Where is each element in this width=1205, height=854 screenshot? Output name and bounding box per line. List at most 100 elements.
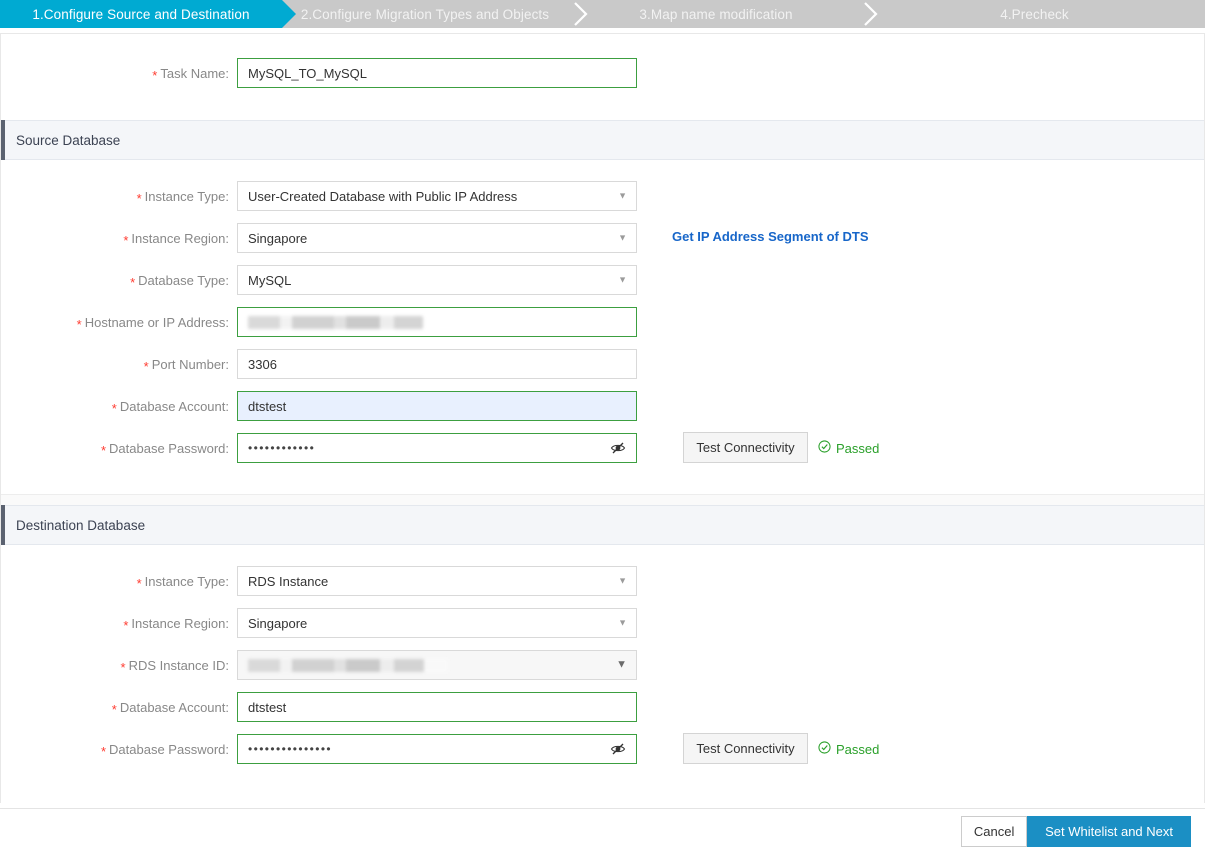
destination-account-row: * Database Account: dtstest xyxy=(0,692,1203,722)
source-instance-region-label: * Instance Region: xyxy=(123,230,229,248)
required-asterisk-icon: * xyxy=(123,617,129,633)
source-hostname-row: * Hostname or IP Address: xyxy=(0,307,1203,337)
step-2-label: 2.Configure Migration Types and Objects xyxy=(300,6,550,22)
source-port-value: 3306 xyxy=(248,356,277,372)
required-asterisk-icon: * xyxy=(120,659,126,675)
chevron-down-icon: ▼ xyxy=(618,274,627,285)
section-accent-bar xyxy=(1,505,5,545)
source-hostname-input[interactable] xyxy=(237,307,637,337)
destination-account-value: dtstest xyxy=(248,699,287,715)
destination-password-label: * Database Password: xyxy=(100,741,229,759)
destination-test-connectivity-button[interactable]: Test Connectivity xyxy=(683,733,808,764)
form-action-bar: Cancel Set Whitelist and Next xyxy=(0,808,1205,854)
step-4-label: 4.Precheck xyxy=(1000,6,1069,22)
step-3-label: 3.Map name modification xyxy=(639,6,793,22)
check-circle-icon xyxy=(818,440,831,456)
destination-instance-type-label: * Instance Type: xyxy=(136,573,229,591)
required-asterisk-icon: * xyxy=(143,358,149,374)
destination-password-row: * Database Password: ••••••••••••••• xyxy=(0,734,1203,764)
destination-instance-type-value: RDS Instance xyxy=(248,573,329,589)
source-connectivity-status-text: Passed xyxy=(836,440,880,456)
required-asterisk-icon: * xyxy=(136,575,142,591)
toggle-password-visibility-icon[interactable] xyxy=(610,741,626,757)
destination-test-connectivity-label: Test Connectivity xyxy=(696,741,795,756)
source-instance-type-label: * Instance Type: xyxy=(136,188,229,206)
source-account-value: dtstest xyxy=(248,398,287,414)
toggle-password-visibility-icon[interactable] xyxy=(610,440,626,456)
set-whitelist-and-next-button[interactable]: Set Whitelist and Next xyxy=(1027,816,1191,847)
source-hostname-label: * Hostname or IP Address: xyxy=(76,314,229,332)
source-instance-type-row: * Instance Type: User-Created Database wi… xyxy=(0,181,1203,211)
check-circle-icon xyxy=(818,741,831,757)
source-port-input[interactable]: 3306 xyxy=(237,349,637,379)
section-accent-bar xyxy=(1,120,5,160)
destination-instance-region-label: * Instance Region: xyxy=(123,615,229,633)
source-test-connectivity-label: Test Connectivity xyxy=(696,440,795,455)
destination-instance-region-value: Singapore xyxy=(248,615,308,631)
destination-account-label: * Database Account: xyxy=(111,699,229,717)
source-test-connectivity-button[interactable]: Test Connectivity xyxy=(683,432,808,463)
destination-connectivity-status-text: Passed xyxy=(836,741,880,757)
destination-rds-instance-id-row: * RDS Instance ID: ▼ xyxy=(0,650,1203,680)
destination-instance-type-select[interactable]: RDS Instance ▼ xyxy=(237,566,637,596)
destination-database-section-title: Destination Database xyxy=(16,517,146,533)
destination-rds-instance-id-select[interactable]: ▼ xyxy=(237,650,637,680)
source-password-input[interactable]: •••••••••••• xyxy=(237,433,637,463)
required-asterisk-icon: * xyxy=(100,442,107,458)
required-asterisk-icon: * xyxy=(100,743,107,759)
redacted-rds-instance-id-value xyxy=(248,658,448,672)
chevron-down-icon: ▼ xyxy=(616,658,627,671)
destination-connectivity-status-badge: Passed xyxy=(818,741,879,757)
source-account-input[interactable]: dtstest xyxy=(237,391,637,421)
step-2-configure-migration-types[interactable]: 2.Configure Migration Types and Objects xyxy=(282,0,568,28)
destination-password-input[interactable]: ••••••••••••••• xyxy=(237,734,637,764)
step-1-configure-source-destination[interactable]: 1.Configure Source and Destination xyxy=(0,0,296,28)
destination-instance-region-select[interactable]: Singapore ▼ xyxy=(237,608,637,638)
cancel-button-label: Cancel xyxy=(973,824,1015,839)
source-instance-region-value: Singapore xyxy=(248,230,308,246)
required-asterisk-icon: * xyxy=(111,400,117,416)
step-3-map-name-modification[interactable]: 3.Map name modification xyxy=(568,0,864,28)
step-4-precheck[interactable]: 4.Precheck xyxy=(864,0,1205,28)
destination-database-section-header: Destination Database xyxy=(1,505,1204,545)
destination-instance-region-row: * Instance Region: Singapore ▼ xyxy=(0,608,1203,638)
task-name-value: MySQL_TO_MySQL xyxy=(248,65,367,81)
redacted-hostname-value xyxy=(248,315,423,329)
chevron-down-icon: ▼ xyxy=(618,575,627,586)
step-1-label: 1.Configure Source and Destination xyxy=(32,6,250,22)
source-database-type-select[interactable]: MySQL ▼ xyxy=(237,265,637,295)
source-instance-region-row: * Instance Region: Singapore ▼ xyxy=(0,223,1203,253)
source-account-label: * Database Account: xyxy=(111,398,229,416)
destination-password-value: ••••••••••••••• xyxy=(248,742,333,756)
cancel-button[interactable]: Cancel xyxy=(961,816,1028,847)
source-database-section-title: Source Database xyxy=(16,132,121,148)
required-asterisk-icon: * xyxy=(123,232,129,248)
wizard-step-bar: 1.Configure Source and Destination 2.Con… xyxy=(0,0,1205,28)
source-database-type-label: * Database Type: xyxy=(130,272,229,290)
wizard-page-body: * Task Name: MySQL_TO_MySQL Source Databa… xyxy=(0,28,1205,854)
source-account-row: * Database Account: dtstest xyxy=(0,391,1203,421)
source-connectivity-status-badge: Passed xyxy=(818,440,879,456)
required-asterisk-icon: * xyxy=(111,701,117,717)
chevron-down-icon: ▼ xyxy=(618,617,627,628)
source-instance-region-select[interactable]: Singapore ▼ xyxy=(237,223,637,253)
destination-rds-instance-id-label: * RDS Instance ID: xyxy=(120,657,230,675)
required-asterisk-icon: * xyxy=(76,316,82,332)
source-instance-type-select[interactable]: User-Created Database with Public IP Add… xyxy=(237,181,637,211)
chevron-down-icon: ▼ xyxy=(618,232,627,243)
destination-account-input[interactable]: dtstest xyxy=(237,692,637,722)
source-port-label: * Port Number: xyxy=(143,356,229,374)
required-asterisk-icon: * xyxy=(152,67,158,83)
chevron-down-icon: ▼ xyxy=(618,190,627,201)
source-database-type-row: * Database Type: MySQL ▼ xyxy=(0,265,1203,295)
get-ip-segment-link[interactable]: Get IP Address Segment of DTS xyxy=(672,229,869,244)
set-whitelist-and-next-label: Set Whitelist and Next xyxy=(1045,824,1173,839)
required-asterisk-icon: * xyxy=(136,190,142,206)
source-port-row: * Port Number: 3306 xyxy=(0,349,1203,379)
source-password-row: * Database Password: •••••••••••• xyxy=(0,433,1203,463)
task-name-label: * Task Name: xyxy=(152,65,229,83)
task-name-input[interactable]: MySQL_TO_MySQL xyxy=(237,58,637,88)
destination-instance-type-row: * Instance Type: RDS Instance ▼ xyxy=(0,566,1203,596)
task-name-row: * Task Name: MySQL_TO_MySQL xyxy=(0,34,1203,112)
required-asterisk-icon: * xyxy=(130,274,136,290)
